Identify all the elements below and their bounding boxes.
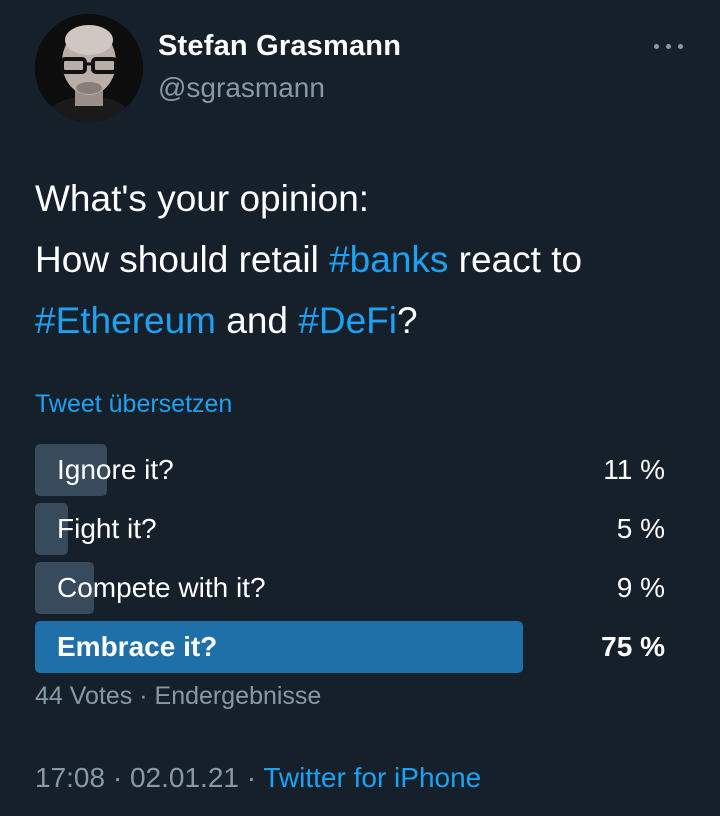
tweet-footer: 17:08 · 02.01.21 · Twitter for iPhone bbox=[35, 762, 481, 794]
poll-option: Compete with it? 9 % bbox=[35, 562, 665, 614]
tweet-text-segment: react to bbox=[448, 239, 583, 280]
more-horizontal-icon[interactable] bbox=[650, 34, 688, 58]
tweet-line: #Ethereum and #DeFi? bbox=[35, 290, 695, 351]
poll-option-label: Fight it? bbox=[57, 513, 157, 544]
poll-option-label: Ignore it? bbox=[57, 454, 174, 485]
poll-meta: 44 Votes · Endergebnisse bbox=[35, 682, 321, 711]
hashtag-link[interactable]: #banks bbox=[329, 239, 448, 280]
tweet-text-segment: How should retail bbox=[35, 239, 330, 280]
poll-votes: 44 Votes bbox=[35, 682, 133, 710]
poll-option: Fight it? 5 % bbox=[35, 503, 665, 555]
poll-option-percent: 9 % bbox=[616, 572, 665, 603]
tweet-line: What's your opinion: bbox=[35, 178, 370, 219]
separator: · bbox=[246, 762, 257, 793]
poll-option-label: Compete with it? bbox=[57, 572, 266, 603]
tweet-time[interactable]: 17:08 bbox=[35, 762, 105, 793]
tweet-text: What's your opinion: How should retail #… bbox=[35, 168, 695, 351]
poll-status: Endergebnisse bbox=[154, 682, 322, 710]
poll-option-percent: 5 % bbox=[616, 513, 665, 544]
poll-option-percent: 11 % bbox=[603, 454, 665, 485]
tweet-text-segment: ? bbox=[397, 300, 418, 341]
separator: · bbox=[112, 762, 123, 793]
poll: Ignore it? 11 % Fight it? 5 % Compete wi… bbox=[35, 444, 665, 680]
tweet-source-link[interactable]: Twitter for iPhone bbox=[263, 762, 481, 793]
more-dot bbox=[654, 44, 659, 49]
poll-option-winner: Embrace it? 75 % bbox=[35, 621, 665, 673]
hashtag-link[interactable]: #Ethereum bbox=[35, 300, 216, 341]
poll-option: Ignore it? 11 % bbox=[35, 444, 665, 496]
tweet-text-segment: and bbox=[216, 300, 299, 341]
more-dot bbox=[666, 44, 671, 49]
avatar-photo bbox=[35, 14, 143, 122]
author-name[interactable]: Stefan Grasmann bbox=[158, 30, 401, 63]
poll-option-percent: 75 % bbox=[601, 631, 665, 662]
poll-option-label: Embrace it? bbox=[57, 631, 218, 662]
avatar[interactable] bbox=[35, 14, 143, 122]
more-dot bbox=[678, 44, 683, 49]
hashtag-link[interactable]: #DeFi bbox=[298, 300, 397, 341]
translate-tweet-link[interactable]: Tweet übersetzen bbox=[35, 390, 232, 419]
author-handle[interactable]: @sgrasmann bbox=[158, 72, 325, 104]
separator: · bbox=[139, 682, 148, 710]
tweet-date[interactable]: 02.01.21 bbox=[130, 762, 239, 793]
tweet-line: How should retail #banks react to bbox=[35, 229, 695, 290]
